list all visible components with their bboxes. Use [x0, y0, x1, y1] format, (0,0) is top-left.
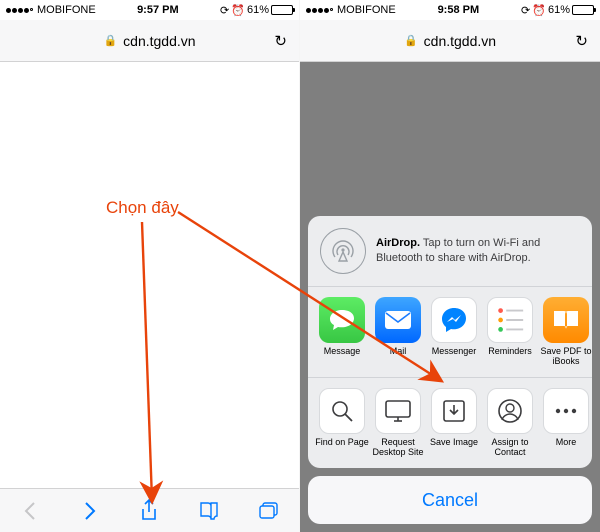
battery-percent: 61% — [247, 4, 269, 16]
action-save-image[interactable]: Save Image — [426, 388, 482, 458]
action-more[interactable]: More — [538, 388, 592, 458]
share-savepdf-ibooks[interactable]: Save PDF to iBooks — [538, 297, 592, 367]
magnifier-icon — [319, 388, 365, 434]
airdrop-text: AirDrop. Tap to turn on Wi-Fi and Blueto… — [376, 236, 580, 266]
contact-icon — [487, 388, 533, 434]
clock: 9:58 PM — [438, 4, 480, 16]
reload-icon: ↻ — [575, 32, 588, 50]
page-content-blank — [0, 62, 299, 488]
status-bar: MOBIFONE 9:58 PM ⟳ ⏰ 61% — [300, 0, 600, 20]
battery-icon — [572, 5, 594, 15]
share-button[interactable] — [135, 497, 163, 525]
bookmarks-button[interactable] — [195, 497, 223, 525]
safari-toolbar — [0, 488, 299, 532]
action-request-desktop[interactable]: Request Desktop Site — [370, 388, 426, 458]
rotation-lock-icon: ⟳ — [220, 4, 229, 17]
battery-percent: 61% — [548, 4, 570, 16]
action-find-on-page[interactable]: Find on Page — [314, 388, 370, 458]
alarm-icon: ⏰ — [532, 4, 546, 17]
airdrop-row[interactable]: AirDrop. Tap to turn on Wi-Fi and Blueto… — [308, 216, 592, 286]
share-messenger[interactable]: Messenger — [426, 297, 482, 367]
save-image-icon — [431, 388, 477, 434]
app-row: Message Mail Messenger Reminders — [308, 287, 592, 377]
share-mail[interactable]: Mail — [370, 297, 426, 367]
carrier-label: MOBIFONE — [37, 4, 96, 16]
alarm-icon: ⏰ — [231, 4, 245, 17]
clock: 9:57 PM — [137, 4, 179, 16]
page-host: cdn.tgdd.vn — [424, 33, 496, 49]
annotation-label: Chọn đây — [106, 198, 179, 218]
back-button[interactable] — [16, 497, 44, 525]
share-message[interactable]: Message — [314, 297, 370, 367]
share-sheet: AirDrop. Tap to turn on Wi-Fi and Blueto… — [300, 208, 600, 532]
address-bar: 🔒 cdn.tgdd.vn ↻ — [300, 20, 600, 62]
lock-icon: 🔒 — [103, 34, 117, 47]
forward-button[interactable] — [76, 497, 104, 525]
desktop-icon — [375, 388, 421, 434]
page-host: cdn.tgdd.vn — [123, 33, 195, 49]
share-reminders[interactable]: Reminders — [482, 297, 538, 367]
more-icon — [543, 388, 589, 434]
address-bar[interactable]: 🔒 cdn.tgdd.vn ↻ — [0, 20, 299, 62]
battery-icon — [271, 5, 293, 15]
carrier-label: MOBIFONE — [337, 4, 396, 16]
action-row: Find on Page Request Desktop Site Save I… — [308, 378, 592, 468]
tabs-button[interactable] — [255, 497, 283, 525]
lock-icon: 🔒 — [404, 34, 418, 47]
airdrop-icon — [320, 228, 366, 274]
signal-dots-icon — [306, 8, 333, 13]
reload-icon[interactable]: ↻ — [274, 32, 287, 50]
status-bar: MOBIFONE 9:57 PM ⟳ ⏰ 61% — [0, 0, 299, 20]
cancel-button[interactable]: Cancel — [308, 476, 592, 524]
rotation-lock-icon: ⟳ — [521, 4, 530, 17]
phone-right: MOBIFONE 9:58 PM ⟳ ⏰ 61% 🔒 cdn.tgdd.vn ↻ — [300, 0, 600, 532]
signal-dots-icon — [6, 8, 33, 13]
action-assign-contact[interactable]: Assign to Contact — [482, 388, 538, 458]
phone-left: MOBIFONE 9:57 PM ⟳ ⏰ 61% 🔒 cdn.tgdd.vn ↻ — [0, 0, 300, 532]
